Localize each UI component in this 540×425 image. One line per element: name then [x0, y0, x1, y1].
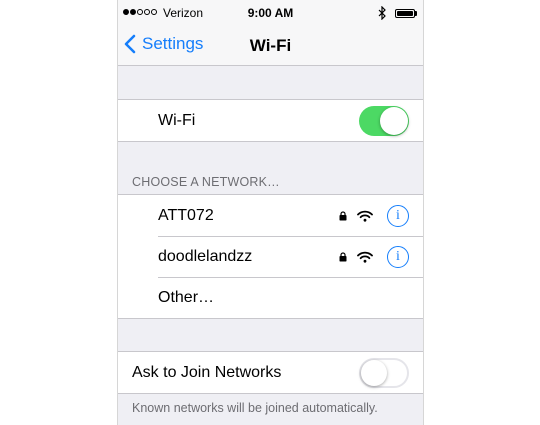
wifi-toggle-group: Wi-Fi: [118, 99, 423, 142]
network-name: ATT072: [158, 206, 214, 224]
ask-to-join-label: Ask to Join Networks: [132, 363, 282, 381]
bluetooth-icon: [378, 6, 386, 20]
wifi-toggle-label: Wi-Fi: [158, 111, 196, 129]
network-row[interactable]: ATT072 i: [118, 195, 423, 236]
wifi-signal-icon: [357, 210, 373, 222]
network-list: ATT072 i doodlelandzz i Other…: [118, 194, 423, 319]
battery-icon: [395, 9, 415, 18]
status-bar: Verizon 9:00 AM: [118, 0, 423, 24]
ask-to-join-footer: Known networks will be joined automatica…: [132, 401, 378, 415]
network-name: doodlelandzz: [158, 247, 253, 265]
battery-cap: [415, 11, 417, 16]
phone-screen: Verizon 9:00 AM Settings Wi-Fi Wi-Fi CHO…: [117, 0, 424, 425]
toggle-knob: [380, 106, 408, 135]
ask-to-join-group: Ask to Join Networks: [118, 351, 423, 394]
ask-to-join-switch[interactable]: [359, 357, 409, 388]
other-network-label: Other…: [158, 288, 215, 306]
navigation-bar: Settings Wi-Fi: [118, 24, 423, 66]
network-status-icons: i: [339, 204, 409, 227]
wifi-toggle-row: Wi-Fi: [118, 100, 423, 141]
network-row[interactable]: doodlelandzz i: [118, 236, 423, 277]
toggle-knob: [361, 359, 387, 386]
wifi-signal-icon: [357, 251, 373, 263]
info-icon[interactable]: i: [387, 245, 409, 268]
page-title: Wi-Fi: [249, 36, 292, 55]
wifi-toggle-switch[interactable]: [359, 105, 409, 136]
info-icon[interactable]: i: [387, 204, 409, 227]
ask-to-join-row: Ask to Join Networks: [118, 352, 423, 393]
network-section-header: CHOOSE A NETWORK…: [132, 175, 280, 189]
lock-icon: [339, 251, 347, 261]
other-network-row[interactable]: Other…: [118, 277, 423, 318]
battery-fill: [397, 11, 413, 16]
network-status-icons: i: [339, 245, 409, 268]
lock-icon: [339, 210, 347, 220]
